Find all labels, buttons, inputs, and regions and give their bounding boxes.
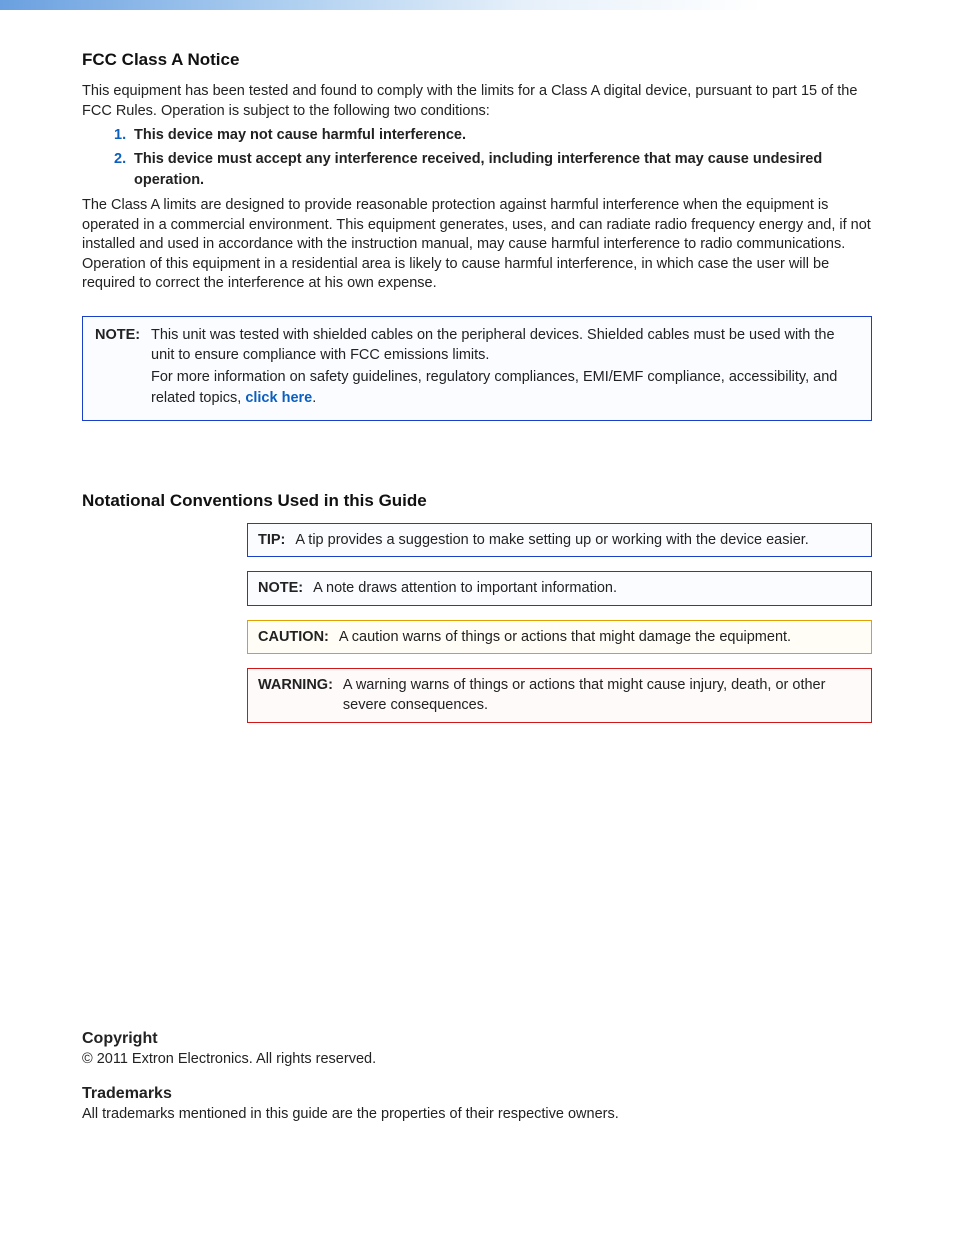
note-line-1: This unit was tested with shielded cable… xyxy=(151,325,859,366)
page-content: FCC Class A Notice This equipment has be… xyxy=(0,50,954,723)
trademarks-text: All trademarks mentioned in this guide a… xyxy=(82,1105,872,1125)
fcc-condition-2: 2. This device must accept any interfere… xyxy=(114,149,872,190)
fcc-paragraph-2: The Class A limits are designed to provi… xyxy=(82,196,872,294)
warning-box: WARNING: A warning warns of things or ac… xyxy=(247,668,872,723)
caution-label: CAUTION: xyxy=(258,627,329,647)
list-number: 2. xyxy=(114,149,134,190)
note-convention-label: NOTE: xyxy=(258,578,303,598)
header-gradient-bar xyxy=(0,0,954,10)
copyright-heading: Copyright xyxy=(82,1030,872,1048)
conventions-section: Notational Conventions Used in this Guid… xyxy=(82,491,872,722)
note-content: This unit was tested with shielded cable… xyxy=(151,325,859,410)
footer-section: Copyright © 2011 Extron Electronics. All… xyxy=(82,1014,872,1125)
note-label: NOTE: xyxy=(95,325,151,410)
fcc-condition-1: 1. This device may not cause harmful int… xyxy=(114,125,872,145)
note-box: NOTE: This unit was tested with shielded… xyxy=(82,316,872,421)
note-line-2: For more information on safety guideline… xyxy=(151,367,859,408)
list-text: This device may not cause harmful interf… xyxy=(134,125,872,145)
fcc-intro: This equipment has been tested and found… xyxy=(82,82,872,121)
tip-box: TIP: A tip provides a suggestion to make… xyxy=(247,523,872,557)
fcc-heading: FCC Class A Notice xyxy=(82,50,872,70)
tip-label: TIP: xyxy=(258,530,285,550)
caution-box: CAUTION: A caution warns of things or ac… xyxy=(247,620,872,654)
note-convention-text: A note draws attention to important info… xyxy=(313,578,861,598)
note-line-2b: . xyxy=(312,390,316,406)
click-here-link[interactable]: click here xyxy=(245,390,312,406)
trademarks-heading: Trademarks xyxy=(82,1085,872,1103)
warning-label: WARNING: xyxy=(258,675,333,716)
note-convention-box: NOTE: A note draws attention to importan… xyxy=(247,571,872,605)
tip-text: A tip provides a suggestion to make sett… xyxy=(295,530,861,550)
copyright-text: © 2011 Extron Electronics. All rights re… xyxy=(82,1050,872,1070)
warning-text: A warning warns of things or actions tha… xyxy=(343,675,861,716)
caution-text: A caution warns of things or actions tha… xyxy=(339,627,861,647)
list-text: This device must accept any interference… xyxy=(134,149,872,190)
conventions-heading: Notational Conventions Used in this Guid… xyxy=(82,491,872,511)
fcc-conditions-list: 1. This device may not cause harmful int… xyxy=(114,125,872,190)
list-number: 1. xyxy=(114,125,134,145)
